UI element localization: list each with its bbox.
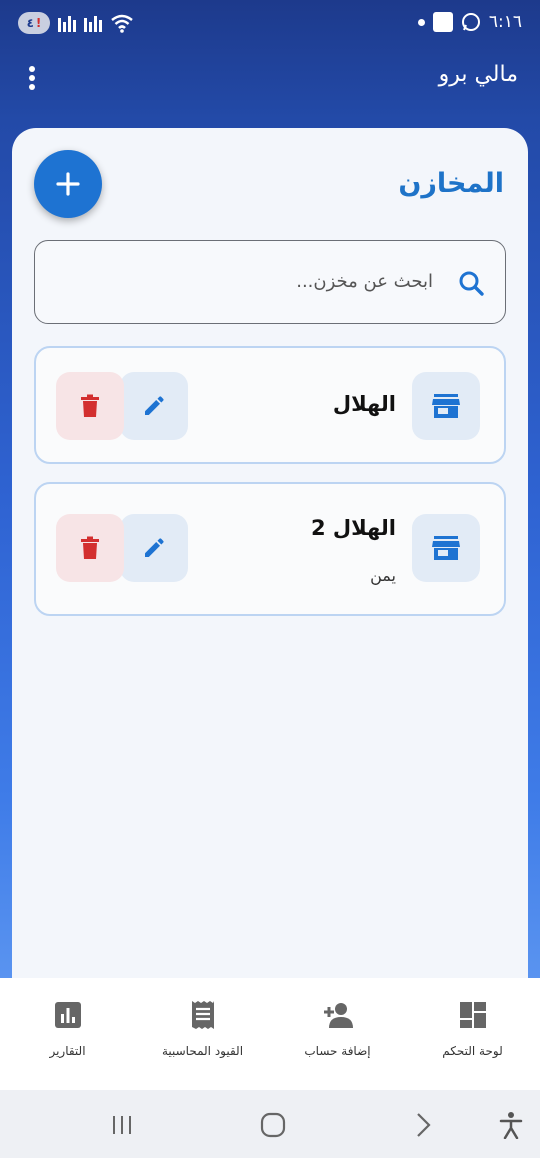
pencil-icon [145, 396, 164, 415]
status-bar: ٤! ٦:١٦ [0, 0, 540, 48]
home-icon [260, 1112, 286, 1138]
nav-journal-entries[interactable]: القيود المحاسبية [135, 1000, 270, 1058]
person-add-icon [323, 1003, 353, 1028]
search-icon [459, 271, 484, 296]
battery-level: ٤ [26, 16, 34, 30]
dashboard-icon [459, 1002, 486, 1028]
nav-dashboard[interactable]: لوحة التحكم [405, 1000, 540, 1058]
add-warehouse-button[interactable] [34, 150, 102, 218]
warehouse-location: يمن [370, 566, 396, 585]
delete-button[interactable] [56, 514, 124, 582]
page-title: المخازن [398, 168, 504, 199]
nav-label: القيود المحاسبية [161, 1044, 244, 1058]
receipt-icon [191, 1001, 214, 1029]
app-notification-icon [432, 12, 453, 32]
nav-add-account[interactable]: إضافة حساب [270, 1000, 405, 1058]
delete-button[interactable] [56, 372, 124, 440]
status-left: ٤! [18, 12, 134, 34]
content-card: المخازن ابحث عن مخزن... الهلال الهلال 2 … [12, 128, 528, 988]
warehouse-icon-box [412, 372, 480, 440]
signal-icon-2 [84, 14, 102, 32]
status-right: ٦:١٦ [417, 12, 522, 32]
whatsapp-icon [461, 13, 480, 31]
edit-button[interactable] [120, 372, 188, 440]
store-icon [432, 536, 460, 560]
nav-label: إضافة حساب [304, 1044, 371, 1058]
search-field[interactable]: ابحث عن مخزن... [34, 240, 506, 324]
bottom-navigation: لوحة التحكم إضافة حساب القيود المحاسبية … [0, 978, 540, 1090]
nav-label: التقارير [49, 1044, 86, 1058]
accessibility-icon [499, 1112, 523, 1139]
plus-icon [56, 172, 80, 196]
warehouse-name: الهلال [332, 392, 396, 416]
recent-apps-icon [113, 1116, 131, 1134]
nav-label: لوحة التحكم [442, 1044, 503, 1058]
warehouse-card[interactable]: الهلال 2 يمن [34, 482, 506, 616]
battery-warning: ! [35, 16, 42, 30]
app-bar: مالي برو [0, 48, 540, 108]
trash-icon [81, 394, 99, 417]
recent-apps-button[interactable] [105, 1108, 139, 1142]
chevron-right-icon [417, 1113, 431, 1137]
warehouse-name: الهلال 2 [310, 516, 396, 540]
battery-badge: ٤! [18, 12, 50, 34]
system-navigation-bar [0, 1090, 540, 1158]
more-options-icon[interactable] [22, 64, 42, 92]
app-title: مالي برو [438, 62, 518, 87]
warehouse-card[interactable]: الهلال [34, 346, 506, 464]
wifi-icon [111, 14, 133, 33]
edit-button[interactable] [120, 514, 188, 582]
clock: ٦:١٦ [488, 12, 522, 32]
accessibility-button[interactable] [494, 1108, 528, 1142]
bar-chart-icon [54, 1002, 81, 1028]
notification-dot [417, 18, 425, 26]
nav-reports[interactable]: التقارير [0, 1000, 135, 1058]
pencil-icon [145, 538, 164, 557]
trash-icon [81, 536, 99, 559]
signal-icon [58, 14, 76, 32]
search-placeholder: ابحث عن مخزن... [296, 271, 433, 292]
back-button[interactable] [407, 1108, 441, 1142]
home-button[interactable] [256, 1108, 290, 1142]
store-icon [432, 394, 460, 418]
warehouse-icon-box [412, 514, 480, 582]
